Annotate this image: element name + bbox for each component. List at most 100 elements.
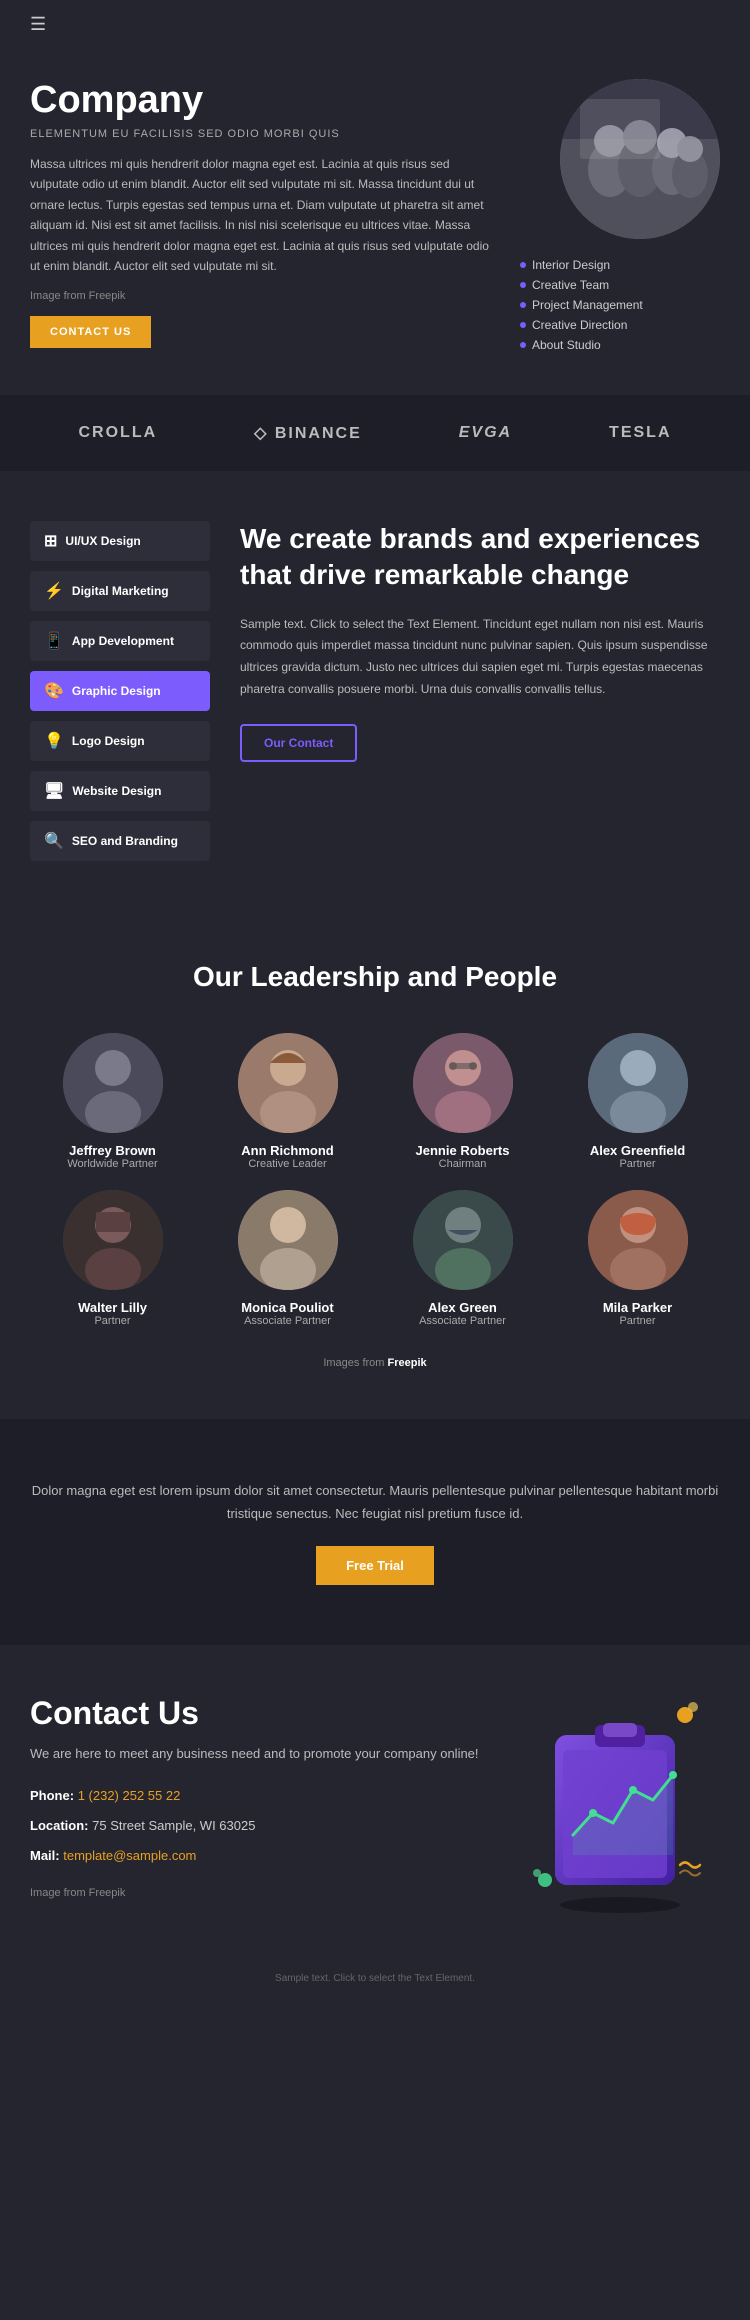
- avatar-alex-greenfield: [588, 1033, 688, 1133]
- person-name: Ann Richmond: [205, 1143, 370, 1158]
- person-title: Associate Partner: [380, 1315, 545, 1327]
- services-description: Sample text. Click to select the Text El…: [240, 614, 720, 700]
- services-section: ⊞ UI/UX Design ⚡ Digital Marketing 📱 App…: [0, 471, 750, 911]
- seo-branding-icon: 🔍: [44, 831, 64, 851]
- contact-illustration-svg: [525, 1695, 715, 1915]
- uiux-icon: ⊞: [44, 531, 57, 551]
- phone-info: Phone: 1 (232) 252 55 22: [30, 1785, 500, 1807]
- person-name: Alex Green: [380, 1300, 545, 1315]
- hero-image-credit: Image from Freepik: [30, 290, 500, 302]
- hamburger-menu-icon[interactable]: ☰: [30, 14, 46, 34]
- logo-binance: ◇ BINANCE: [254, 423, 362, 443]
- mail-info: Mail: template@sample.com: [30, 1845, 500, 1867]
- hero-subtitle: ELEMENTUM EU FACILISIS SED ODIO MORBI QU…: [30, 128, 500, 140]
- cta-section: Dolor magna eget est lorem ipsum dolor s…: [0, 1419, 750, 1645]
- person-jeffrey-brown: Jeffrey Brown Worldwide Partner: [30, 1033, 195, 1170]
- app-dev-icon: 📱: [44, 631, 64, 651]
- list-item: Project Management: [520, 295, 720, 315]
- tagline-area: We create brands and experiences that dr…: [240, 521, 720, 861]
- dot-icon: [520, 342, 526, 348]
- person-title: Worldwide Partner: [30, 1158, 195, 1170]
- binance-icon: ◇: [254, 425, 268, 442]
- list-item: About Studio: [520, 335, 720, 355]
- digital-marketing-icon: ⚡: [44, 581, 64, 601]
- leadership-title: Our Leadership and People: [30, 961, 720, 993]
- footer-note-text: Sample text. Click to select the Text El…: [275, 1973, 475, 1984]
- person-name: Alex Greenfield: [555, 1143, 720, 1158]
- services-list: ⊞ UI/UX Design ⚡ Digital Marketing 📱 App…: [30, 521, 210, 861]
- person-name: Mila Parker: [555, 1300, 720, 1315]
- hero-team-image: [560, 79, 720, 239]
- location-info: Location: 75 Street Sample, WI 63025: [30, 1815, 500, 1837]
- contact-description: We are here to meet any business need an…: [30, 1744, 500, 1765]
- website-design-icon: 🖥: [44, 781, 64, 801]
- avatar-alex-green: [413, 1190, 513, 1290]
- person-ann-richmond: Ann Richmond Creative Leader: [205, 1033, 370, 1170]
- person-alex-greenfield: Alex Greenfield Partner: [555, 1033, 720, 1170]
- person-title: Creative Leader: [205, 1158, 370, 1170]
- person-title: Partner: [555, 1158, 720, 1170]
- person-mila-parker: Mila Parker Partner: [555, 1190, 720, 1327]
- contact-left: Contact Us We are here to meet any busin…: [30, 1695, 500, 1913]
- service-digital-marketing-button[interactable]: ⚡ Digital Marketing: [30, 571, 210, 611]
- hero-section: Company ELEMENTUM EU FACILISIS SED ODIO …: [0, 49, 750, 395]
- person-name: Jennie Roberts: [380, 1143, 545, 1158]
- footer: Sample text. Click to select the Text El…: [0, 1953, 750, 2004]
- avatar-jennie-roberts: [413, 1033, 513, 1133]
- dot-icon: [520, 322, 526, 328]
- avatar-ann-richmond: [238, 1033, 338, 1133]
- phone-link[interactable]: 1 (232) 252 55 22: [78, 1788, 181, 1803]
- people-grid: Jeffrey Brown Worldwide Partner Ann Rich…: [30, 1033, 720, 1327]
- hero-right: Interior Design Creative Team Project Ma…: [520, 79, 720, 355]
- logo-evga: EVGA: [459, 424, 512, 442]
- hero-feature-list: Interior Design Creative Team Project Ma…: [520, 255, 720, 355]
- list-item: Interior Design: [520, 255, 720, 275]
- service-website-design-button[interactable]: 🖥 Website Design: [30, 771, 210, 811]
- top-nav: ☰: [0, 0, 750, 49]
- service-logo-design-button[interactable]: 💡 Logo Design: [30, 721, 210, 761]
- contact-illustration: [525, 1695, 715, 1895]
- leadership-section: Our Leadership and People Jeffrey Brown …: [0, 911, 750, 1419]
- service-seo-branding-button[interactable]: 🔍 SEO and Branding: [30, 821, 210, 861]
- logo-design-icon: 💡: [44, 731, 64, 751]
- person-jennie-roberts: Jennie Roberts Chairman: [380, 1033, 545, 1170]
- list-item: Creative Team: [520, 275, 720, 295]
- list-item: Creative Direction: [520, 315, 720, 335]
- mail-link[interactable]: template@sample.com: [63, 1848, 196, 1863]
- person-title: Partner: [555, 1315, 720, 1327]
- logos-section: CROLLA ◇ BINANCE EVGA TESLA: [0, 395, 750, 471]
- person-title: Chairman: [380, 1158, 545, 1170]
- dot-icon: [520, 262, 526, 268]
- service-uiux-button[interactable]: ⊞ UI/UX Design: [30, 521, 210, 561]
- contact-us-button[interactable]: CONTACT US: [30, 316, 151, 348]
- service-app-dev-button[interactable]: 📱 App Development: [30, 621, 210, 661]
- contact-image-credit: Image from Freepik: [30, 1887, 500, 1899]
- contact-info: Phone: 1 (232) 252 55 22 Location: 75 St…: [30, 1785, 500, 1867]
- cta-description: Dolor magna eget est lorem ipsum dolor s…: [30, 1479, 720, 1526]
- logo-tesla: TESLA: [609, 424, 671, 442]
- service-graphic-design-button[interactable]: 🎨 Graphic Design: [30, 671, 210, 711]
- images-credit: Images from Freepik: [30, 1357, 720, 1369]
- avatar-monica-pouliot: [238, 1190, 338, 1290]
- person-name: Monica Pouliot: [205, 1300, 370, 1315]
- dot-icon: [520, 282, 526, 288]
- free-trial-button[interactable]: Free Trial: [316, 1546, 434, 1585]
- contact-section: Contact Us We are here to meet any busin…: [0, 1645, 750, 1953]
- person-monica-pouliot: Monica Pouliot Associate Partner: [205, 1190, 370, 1327]
- company-title: Company: [30, 79, 500, 122]
- logo-crolla: CROLLA: [78, 424, 157, 442]
- person-name: Walter Lilly: [30, 1300, 195, 1315]
- person-title: Associate Partner: [205, 1315, 370, 1327]
- person-walter-lilly: Walter Lilly Partner: [30, 1190, 195, 1327]
- person-title: Partner: [30, 1315, 195, 1327]
- graphic-design-icon: 🎨: [44, 681, 64, 701]
- avatar-walter-lilly: [63, 1190, 163, 1290]
- avatar-mila-parker: [588, 1190, 688, 1290]
- services-tagline: We create brands and experiences that dr…: [240, 521, 720, 594]
- hero-left: Company ELEMENTUM EU FACILISIS SED ODIO …: [30, 79, 500, 348]
- our-contact-button[interactable]: Our Contact: [240, 724, 357, 762]
- avatar-jeffrey-brown: [63, 1033, 163, 1133]
- team-photo-svg: [560, 79, 720, 239]
- contact-right: [520, 1695, 720, 1895]
- hero-description: Massa ultrices mi quis hendrerit dolor m…: [30, 154, 500, 276]
